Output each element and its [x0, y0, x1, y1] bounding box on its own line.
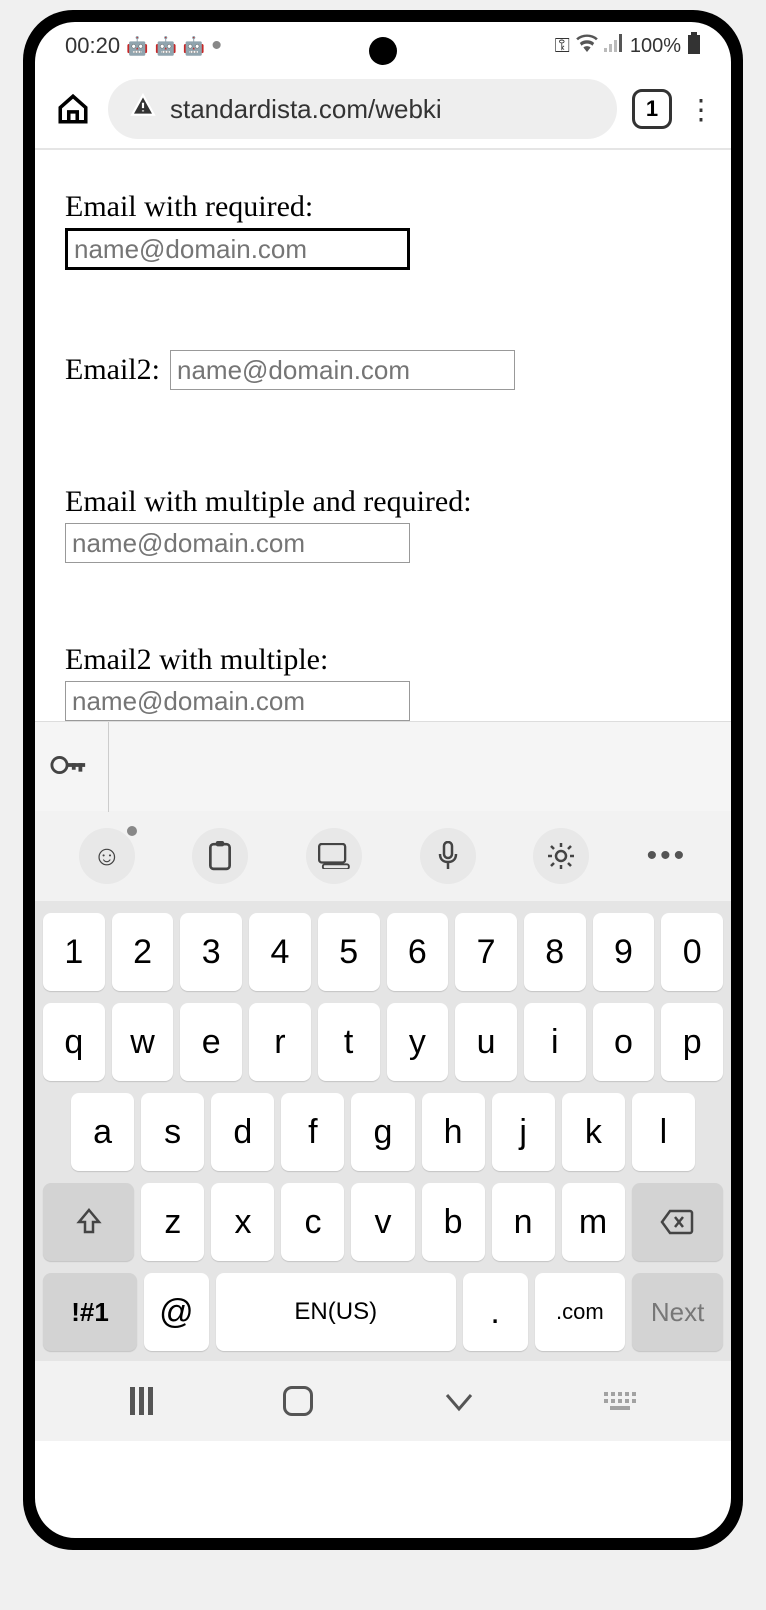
symbols-key[interactable]: !#1 [43, 1273, 137, 1351]
browser-toolbar: standardista.com/webki 1 ⋮ [35, 70, 731, 150]
navigation-bar [35, 1361, 731, 1441]
battery-text: 100% [630, 35, 681, 58]
settings-gear-button[interactable] [533, 828, 589, 884]
keyboard: 1 2 3 4 5 6 7 8 9 0 q w e r t y u i o [35, 901, 731, 1361]
keyboard-toolbar: ☺ ••• [35, 811, 731, 901]
status-time: 00:20 [65, 33, 120, 59]
back-button[interactable] [444, 1382, 474, 1421]
email2-multiple-input[interactable] [65, 681, 410, 721]
email2-input[interactable] [170, 350, 515, 390]
url-text: standardista.com/webki [170, 94, 442, 125]
field-label-2: Email2: [65, 353, 160, 387]
voice-input-button[interactable] [420, 828, 476, 884]
key-y[interactable]: y [387, 1003, 449, 1081]
field-label-3: Email with multiple and required: [65, 485, 701, 519]
key-8[interactable]: 8 [524, 913, 586, 991]
emoji-button[interactable]: ☺ [79, 828, 135, 884]
space-key[interactable]: EN(US) [216, 1273, 456, 1351]
backspace-key[interactable] [632, 1183, 723, 1261]
key-e[interactable]: e [180, 1003, 242, 1081]
android-icon: 🤖 [126, 36, 148, 57]
tab-switcher[interactable]: 1 [632, 89, 672, 129]
key-d[interactable]: d [211, 1093, 274, 1171]
key-h[interactable]: h [422, 1093, 485, 1171]
signal-icon [604, 34, 624, 58]
key-0[interactable]: 0 [661, 913, 723, 991]
not-secure-icon [130, 93, 156, 126]
key-1[interactable]: 1 [43, 913, 105, 991]
dotcom-key[interactable]: .com [535, 1273, 626, 1351]
page-content: Email with required: Email2: Email with … [35, 150, 731, 721]
key-s[interactable]: s [141, 1093, 204, 1171]
field-label-4: Email2 with multiple: [65, 643, 701, 677]
vpn-key-icon: ⚿ [555, 35, 570, 58]
email-required-input[interactable] [65, 228, 410, 270]
key-t[interactable]: t [318, 1003, 380, 1081]
key-m[interactable]: m [562, 1183, 625, 1261]
battery-icon [687, 32, 701, 60]
key-5[interactable]: 5 [318, 913, 380, 991]
suggestion-bar [35, 721, 731, 811]
key-l[interactable]: l [632, 1093, 695, 1171]
key-r[interactable]: r [249, 1003, 311, 1081]
key-z[interactable]: z [141, 1183, 204, 1261]
key-j[interactable]: j [492, 1093, 555, 1171]
key-u[interactable]: u [455, 1003, 517, 1081]
key-a[interactable]: a [71, 1093, 134, 1171]
android-icon: 🤖 [154, 36, 176, 57]
key-4[interactable]: 4 [249, 913, 311, 991]
key-7[interactable]: 7 [455, 913, 517, 991]
password-key-icon[interactable] [50, 748, 88, 785]
more-menu-button[interactable]: ⋮ [687, 93, 713, 126]
key-2[interactable]: 2 [112, 913, 174, 991]
key-q[interactable]: q [43, 1003, 105, 1081]
key-9[interactable]: 9 [593, 913, 655, 991]
key-3[interactable]: 3 [180, 913, 242, 991]
key-k[interactable]: k [562, 1093, 625, 1171]
key-6[interactable]: 6 [387, 913, 449, 991]
home-button[interactable] [53, 89, 93, 129]
key-i[interactable]: i [524, 1003, 586, 1081]
key-g[interactable]: g [351, 1093, 414, 1171]
field-label-1: Email with required: [65, 190, 701, 224]
key-c[interactable]: c [281, 1183, 344, 1261]
at-key[interactable]: @ [144, 1273, 209, 1351]
keyboard-switch-icon[interactable] [604, 1392, 636, 1410]
key-v[interactable]: v [351, 1183, 414, 1261]
url-bar[interactable]: standardista.com/webki [108, 79, 617, 139]
key-w[interactable]: w [112, 1003, 174, 1081]
email-multiple-required-input[interactable] [65, 523, 410, 563]
clipboard-button[interactable] [192, 828, 248, 884]
key-b[interactable]: b [422, 1183, 485, 1261]
next-key[interactable]: Next [632, 1273, 723, 1351]
shift-key[interactable] [43, 1183, 134, 1261]
android-icon: 🤖 [183, 36, 205, 57]
recents-button[interactable] [130, 1387, 153, 1415]
keyboard-settings-button[interactable] [306, 828, 362, 884]
toolbar-more-button[interactable]: ••• [647, 839, 688, 873]
wifi-icon [576, 34, 598, 58]
key-p[interactable]: p [661, 1003, 723, 1081]
notification-dot-icon: • [211, 41, 222, 51]
key-n[interactable]: n [492, 1183, 555, 1261]
key-o[interactable]: o [593, 1003, 655, 1081]
period-key[interactable]: . [463, 1273, 528, 1351]
key-x[interactable]: x [211, 1183, 274, 1261]
key-f[interactable]: f [281, 1093, 344, 1171]
home-nav-button[interactable] [283, 1386, 313, 1416]
